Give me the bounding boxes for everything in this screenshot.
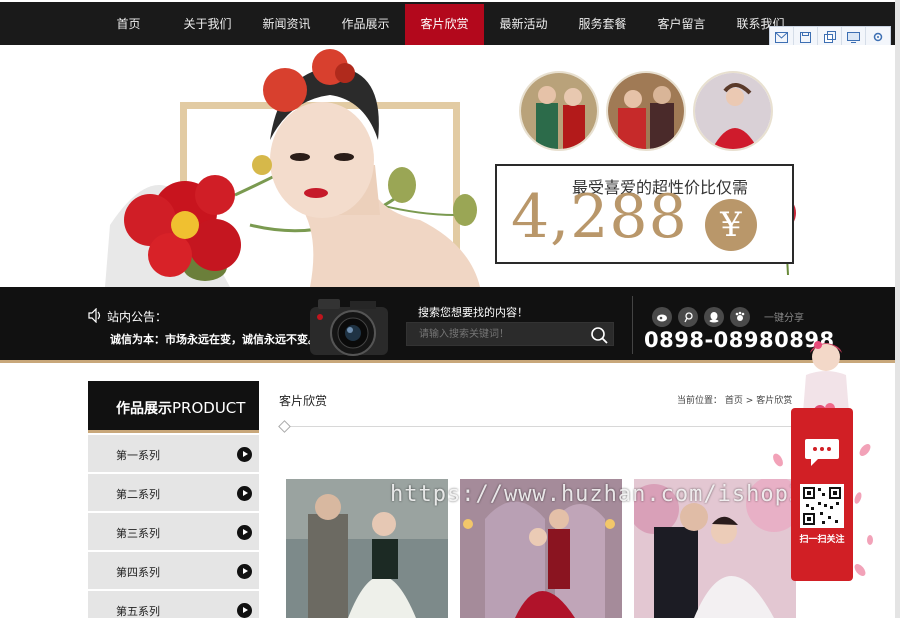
nav-item-activities[interactable]: 最新活动 <box>484 4 563 45</box>
sidebar-title-en: PRODUCT <box>172 399 246 417</box>
sidebar-header: 作品展示PRODUCT <box>88 381 259 433</box>
renren-icon[interactable] <box>730 307 750 327</box>
speaker-icon <box>88 308 101 323</box>
arrow-right-icon <box>237 603 252 618</box>
nav-item-client-photos[interactable]: 客片欣赏 <box>405 4 484 45</box>
sidebar-title-cn: 作品展示 <box>116 401 172 417</box>
search-box <box>406 322 614 346</box>
nav-item-about[interactable]: 关于我们 <box>168 4 247 45</box>
banner-thumb-2 <box>606 71 686 151</box>
arrow-right-icon <box>237 525 252 540</box>
sidebar-item-series-1[interactable]: 第一系列 <box>88 435 259 473</box>
nav-item-home[interactable]: 首页 <box>89 4 168 45</box>
settings-icon[interactable] <box>866 27 890 47</box>
search-icon[interactable] <box>589 325 609 345</box>
weibo-icon[interactable] <box>652 307 672 327</box>
mail-icon[interactable] <box>770 27 794 47</box>
sidebar-title: 作品展示PRODUCT <box>116 398 245 418</box>
price-value: 4,288 <box>511 182 688 252</box>
top-nav: 首页 关于我们 新闻资讯 作品展示 客片欣赏 最新活动 服务套餐 客户留言 联系… <box>0 0 895 48</box>
page-scrollbar[interactable] <box>895 0 900 618</box>
nav-menu: 首页 关于我们 新闻资讯 作品展示 客片欣赏 最新活动 服务套餐 客户留言 联系… <box>89 4 800 45</box>
qq-icon[interactable] <box>704 307 724 327</box>
sidebar-item-series-4[interactable]: 第四系列 <box>88 552 259 590</box>
screen-icon[interactable] <box>842 27 866 47</box>
nav-item-packages[interactable]: 服务套餐 <box>563 4 642 45</box>
page-title: 客片欣赏 <box>279 394 328 408</box>
sidebar-item-label: 第三系列 <box>116 527 160 540</box>
share-text[interactable]: 一键分享 <box>764 309 804 324</box>
info-bar: 站内公告： 诚信为本：市场永远在变，诚信永远不变。 搜索您想要找的内容！ 请输入… <box>0 287 895 363</box>
banner-thumb-3 <box>693 71 773 151</box>
sidebar-item-series-2[interactable]: 第二系列 <box>88 474 259 512</box>
sidebar-item-series-5[interactable]: 第五系列 <box>88 591 259 618</box>
yen-icon: ¥ <box>705 199 757 251</box>
breadcrumb-separator: > <box>745 396 754 406</box>
search-input[interactable] <box>407 323 587 345</box>
price-box: 最受喜爱的超性价比仅需 4,288 ¥ <box>495 164 794 264</box>
notice-title: 站内公告： <box>107 310 168 324</box>
petals-decoration <box>773 444 873 576</box>
sidebar-item-label: 第二系列 <box>116 488 160 501</box>
sidebar-item-label: 第四系列 <box>116 566 160 579</box>
nav-item-works[interactable]: 作品展示 <box>326 4 405 45</box>
page: 首页 关于我们 新闻资讯 作品展示 客片欣赏 最新活动 服务套餐 客户留言 联系… <box>0 0 900 618</box>
hero-banner[interactable]: 最受喜爱的超性价比仅需 4,288 ¥ <box>0 45 895 287</box>
social-share <box>652 307 750 327</box>
copy-icon[interactable] <box>818 27 842 47</box>
nav-item-news[interactable]: 新闻资讯 <box>247 4 326 45</box>
sidebar-item-series-3[interactable]: 第三系列 <box>88 513 259 551</box>
nav-item-messages[interactable]: 客户留言 <box>642 4 721 45</box>
breadcrumb-prefix: 当前位置： <box>677 396 723 406</box>
search-label: 搜索您想要找的内容！ <box>418 306 528 319</box>
diamond-icon <box>278 420 291 433</box>
camera-icon <box>310 299 388 356</box>
arrow-right-icon <box>237 486 252 501</box>
breadcrumb-home[interactable]: 首页 <box>725 396 743 406</box>
arrow-right-icon <box>237 447 252 462</box>
arrow-right-icon <box>237 564 252 579</box>
notice-text: 诚信为本：市场永远在变，诚信永远不变。 <box>110 333 319 346</box>
tencent-weibo-icon[interactable] <box>678 307 698 327</box>
sidebar-item-label: 第一系列 <box>116 449 160 462</box>
title-divider <box>284 426 793 427</box>
banner-thumb-1 <box>519 71 599 151</box>
save-icon[interactable] <box>794 27 818 47</box>
sidebar-item-label: 第五系列 <box>116 605 160 618</box>
info-divider <box>632 296 633 354</box>
